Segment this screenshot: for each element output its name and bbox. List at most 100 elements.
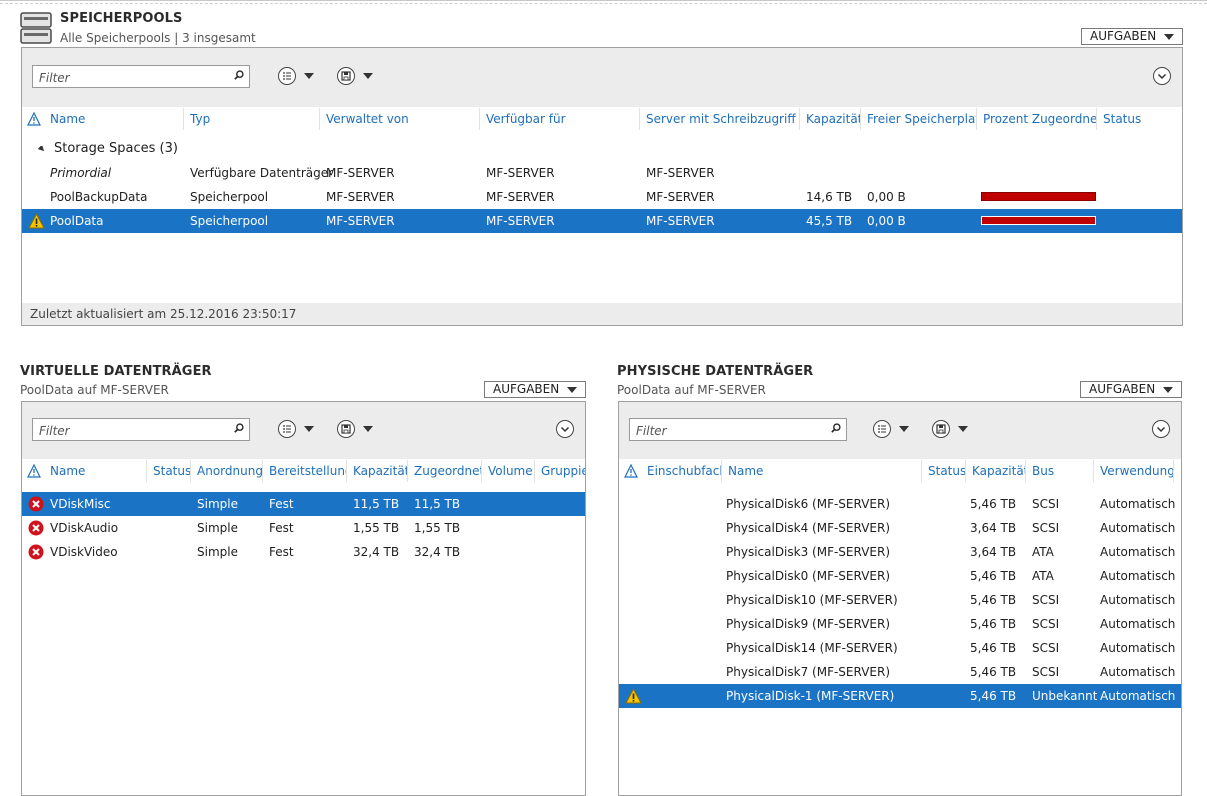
pools-col-name[interactable]: Name xyxy=(44,108,184,130)
physical-disk-row[interactable]: PhysicalDisk4 (MF-SERVER) 3,64 TB SCSI Auto… xyxy=(619,516,1181,540)
expand-collapse-button[interactable] xyxy=(1153,67,1171,85)
physical-disk-row[interactable]: PhysicalDisk3 (MF-SERVER) 3,64 TB ATA Autom… xyxy=(619,540,1181,564)
pool-row[interactable]: Primordial Verfügbare Datenträger MF-SERVE… xyxy=(22,161,1182,185)
virtual-col-allocated[interactable]: Zugeordnet xyxy=(408,460,482,482)
pool-row[interactable]: PoolBackupData Speicherpool MF-SERVER MF-SE… xyxy=(22,185,1182,209)
virtual-col-volume[interactable]: Volume xyxy=(482,460,535,482)
virtual-col-layout[interactable]: Anordnung xyxy=(191,460,263,482)
physical-cell-verwendung: Automatisch xyxy=(1100,545,1176,559)
save-icon xyxy=(337,67,355,85)
physical-col-bus[interactable]: Bus xyxy=(1026,460,1094,482)
search-icon[interactable] xyxy=(234,70,244,80)
list-options-button[interactable] xyxy=(278,420,314,438)
list-icon xyxy=(278,67,296,85)
pool-cell-typ: Verfügbare Datenträger xyxy=(190,166,334,180)
virtual-tasks-button[interactable]: AUFGABEN xyxy=(484,381,586,398)
list-options-button[interactable] xyxy=(873,420,909,438)
warning-icon xyxy=(28,213,45,229)
pools-col-status[interactable]: Status xyxy=(1097,108,1162,130)
error-icon xyxy=(28,544,44,560)
physical-disk-row[interactable]: PhysicalDisk9 (MF-SERVER) 5,46 TB SCSI Auto… xyxy=(619,612,1181,636)
physical-cell-verwendung: Automatisch xyxy=(1100,689,1176,703)
physical-cell-bus: SCSI xyxy=(1032,521,1060,535)
pools-col-capacity[interactable]: Kapazität xyxy=(800,108,861,130)
virtual-cell-name: VDiskAudio xyxy=(50,521,119,535)
virtual-col-status[interactable]: Status xyxy=(147,460,191,482)
physical-cell-kapazitaet: 5,46 TB xyxy=(970,617,1017,631)
pool-row[interactable]: PoolData Speicherpool MF-SERVER MF-SERVER MF… xyxy=(22,209,1182,233)
pools-col-percent-allocated[interactable]: Prozent Zugeordnet xyxy=(977,108,1097,130)
virtual-disk-row[interactable]: VDiskVideo Simple Fest 32,4 TB 32,4 TB xyxy=(22,540,585,564)
physical-subtitle: PoolData auf MF-SERVER xyxy=(617,383,766,397)
search-icon[interactable] xyxy=(234,423,244,433)
warning-column-icon[interactable] xyxy=(27,112,41,126)
virtual-col-provisioning[interactable]: Bereitstellung xyxy=(263,460,347,482)
virtual-cell-anordnung: Simple xyxy=(197,497,238,511)
pools-filter-input[interactable] xyxy=(37,67,226,88)
physical-cell-verwendung: Automatisch xyxy=(1100,521,1176,535)
save-query-button[interactable] xyxy=(337,67,373,85)
virtual-disk-row[interactable]: VDiskAudio Simple Fest 1,55 TB 1,55 TB xyxy=(22,516,585,540)
physical-col-status[interactable]: Status xyxy=(922,460,966,482)
chevron-down-icon xyxy=(304,73,314,79)
expand-collapse-button[interactable] xyxy=(556,420,574,438)
warning-column-icon[interactable] xyxy=(27,464,41,478)
virtual-cell-anordnung: Simple xyxy=(197,521,238,535)
save-query-button[interactable] xyxy=(337,420,373,438)
virtual-cell-bereitstellung: Fest xyxy=(269,521,294,535)
physical-cell-bus: SCSI xyxy=(1032,665,1060,679)
save-icon xyxy=(337,420,355,438)
physical-cell-bus: SCSI xyxy=(1032,497,1060,511)
percent-allocated-bar xyxy=(981,216,1096,225)
pools-col-write-server[interactable]: Server mit Schreibzugriff xyxy=(640,108,800,130)
virtual-cell-name: VDiskVideo xyxy=(50,545,118,559)
physical-disk-row[interactable]: PhysicalDisk-1 (MF-SERVER) 5,46 TB Unbekan… xyxy=(619,684,1181,708)
expand-collapse-button[interactable] xyxy=(1152,420,1170,438)
warning-column-icon[interactable] xyxy=(624,464,638,478)
pools-tasks-button[interactable]: AUFGABEN xyxy=(1081,28,1183,45)
percent-allocated-bar xyxy=(981,192,1096,201)
virtual-col-grouped[interactable]: Gruppiert xyxy=(535,460,585,482)
pools-col-free-space[interactable]: Freier Speicherplatz xyxy=(861,108,977,130)
physical-cell-bus: ATA xyxy=(1032,569,1054,583)
physical-filter-box xyxy=(629,418,847,441)
physical-cell-verwendung: Automatisch xyxy=(1100,593,1176,607)
pool-cell-verfuegbar: MF-SERVER xyxy=(486,214,555,228)
physical-cell-verwendung: Automatisch xyxy=(1100,665,1176,679)
virtual-title: VIRTUELLE DATENTRÄGER xyxy=(20,364,212,379)
virtual-filter-input[interactable] xyxy=(37,420,226,441)
physical-cell-name: PhysicalDisk3 (MF-SERVER) xyxy=(726,545,890,559)
physical-col-slot[interactable]: Einschubfach xyxy=(641,460,722,482)
list-icon xyxy=(278,420,296,438)
physical-col-name[interactable]: Name xyxy=(722,460,922,482)
chevron-down-icon xyxy=(1163,387,1173,393)
physical-cell-kapazitaet: 5,46 TB xyxy=(970,569,1017,583)
physical-filter-input[interactable] xyxy=(634,420,823,441)
pools-col-type[interactable]: Typ xyxy=(184,108,320,130)
chevron-down-icon xyxy=(363,426,373,432)
collapse-triangle-icon[interactable] xyxy=(38,146,46,153)
virtual-cell-anordnung: Simple xyxy=(197,545,238,559)
list-options-button[interactable] xyxy=(278,67,314,85)
virtual-col-capacity[interactable]: Kapazität xyxy=(347,460,408,482)
physical-tasks-button[interactable]: AUFGABEN xyxy=(1080,381,1182,398)
physical-cell-kapazitaet: 5,46 TB xyxy=(970,665,1017,679)
pools-col-available-to[interactable]: Verfügbar für xyxy=(480,108,640,130)
physical-col-capacity[interactable]: Kapazität xyxy=(966,460,1026,482)
physical-disk-row[interactable]: PhysicalDisk7 (MF-SERVER) 5,46 TB SCSI Auto… xyxy=(619,660,1181,684)
physical-cell-bus: SCSI xyxy=(1032,641,1060,655)
search-icon[interactable] xyxy=(831,423,841,433)
pool-cell-server: MF-SERVER xyxy=(646,190,715,204)
physical-disk-row[interactable]: PhysicalDisk6 (MF-SERVER) 5,46 TB SCSI Auto… xyxy=(619,492,1181,516)
physical-disk-row[interactable]: PhysicalDisk0 (MF-SERVER) 5,46 TB ATA Autom… xyxy=(619,564,1181,588)
pools-col-managed-by[interactable]: Verwaltet von xyxy=(320,108,480,130)
virtual-col-name[interactable]: Name xyxy=(44,460,147,482)
physical-disk-row[interactable]: PhysicalDisk10 (MF-SERVER) 5,46 TB SCSI Aut… xyxy=(619,588,1181,612)
physical-col-usage[interactable]: Verwendung xyxy=(1094,460,1174,482)
pools-subtitle: Alle Speicherpools | 3 insgesamt xyxy=(60,31,256,45)
pool-cell-frei: 0,00 B xyxy=(867,190,906,204)
physical-disk-row[interactable]: PhysicalDisk14 (MF-SERVER) 5,46 TB SCSI Aut… xyxy=(619,636,1181,660)
pools-group-header[interactable]: Storage Spaces (3) xyxy=(22,137,1182,161)
save-query-button[interactable] xyxy=(932,420,968,438)
virtual-disk-row[interactable]: VDiskMisc Simple Fest 11,5 TB 11,5 TB xyxy=(22,492,585,516)
